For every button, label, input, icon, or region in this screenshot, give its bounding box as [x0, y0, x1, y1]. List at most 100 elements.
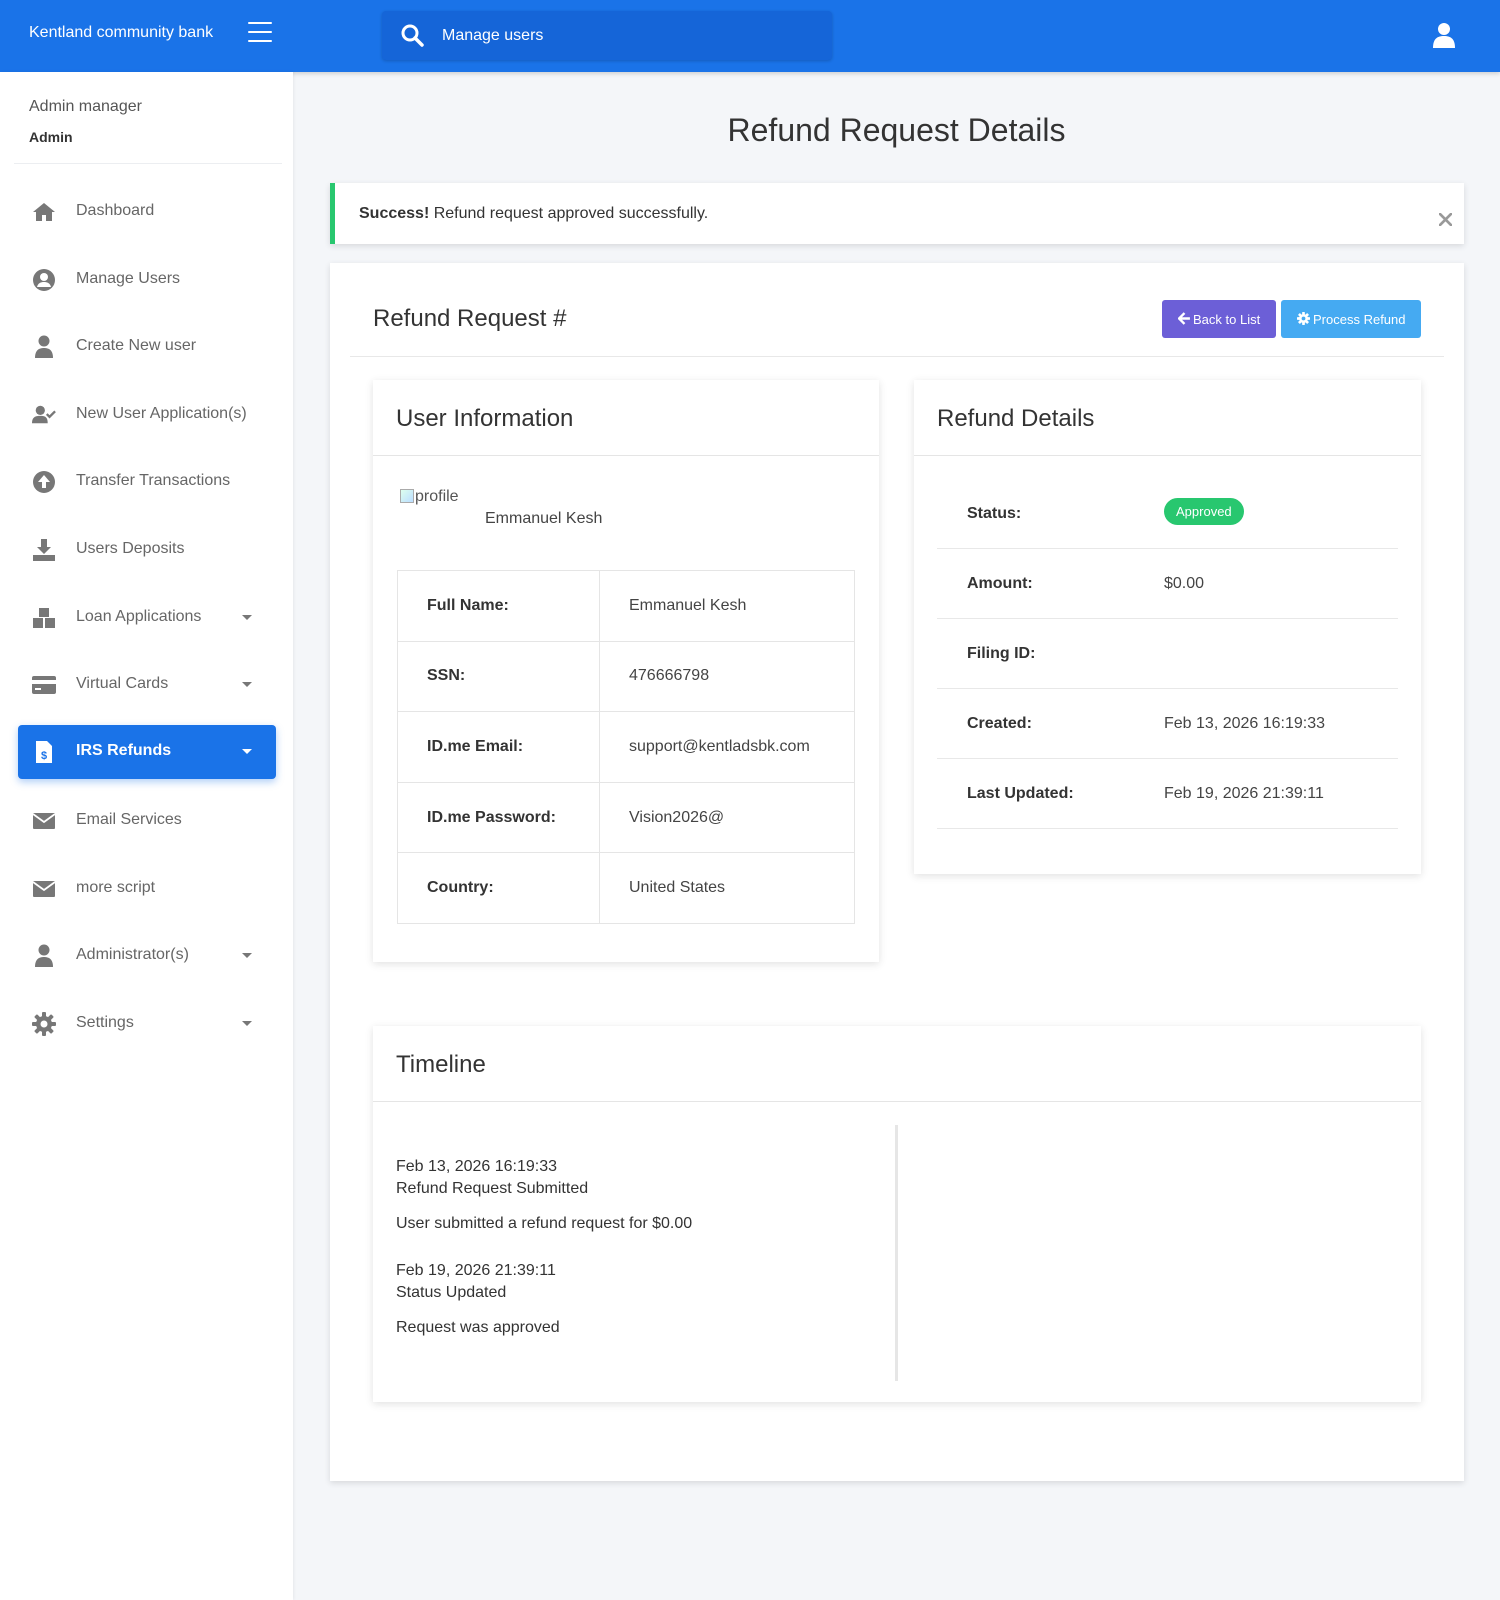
- detail-row-amount: Amount: $0.00: [937, 549, 1398, 619]
- user-account-icon[interactable]: [1432, 22, 1456, 48]
- sidebar-item-dashboard[interactable]: Dashboard: [18, 185, 276, 239]
- admin-name: Admin manager: [29, 98, 142, 115]
- sidebar-item-label: New User Application(s): [76, 405, 247, 422]
- row-label: Country:: [397, 852, 600, 924]
- invoice-dollar-icon: $: [36, 741, 52, 763]
- sidebar-item-label: Loan Applications: [76, 608, 202, 625]
- timeline-title: Timeline: [396, 1051, 486, 1078]
- user-icon: [35, 335, 53, 358]
- sidebar-item-users-deposits[interactable]: Users Deposits: [18, 523, 276, 577]
- detail-row-status: Status: Approved: [937, 479, 1398, 549]
- sidebar-item-create-user[interactable]: Create New user: [18, 320, 276, 374]
- timeline-card: Timeline Feb 13, 2026 16:19:33 Refund Re…: [373, 1026, 1421, 1402]
- row-value: support@kentladsbk.com: [599, 711, 855, 783]
- refund-details-title: Refund Details: [937, 405, 1095, 432]
- home-icon: [33, 203, 55, 221]
- row-value: Feb 13, 2026 16:19:33: [1164, 715, 1326, 732]
- sidebar-item-virtual-cards[interactable]: Virtual Cards: [18, 658, 276, 712]
- table-row: ID.me Password: Vision2026@: [397, 782, 855, 854]
- profile-image-alt: profile: [415, 488, 459, 505]
- refund-request-card: Refund Request # Back to List Process Re…: [330, 263, 1464, 1481]
- row-label: Filing ID:: [967, 645, 1036, 662]
- sidebar-item-settings[interactable]: Settings: [18, 997, 276, 1051]
- sidebar-item-label: Settings: [76, 1014, 134, 1031]
- user-information-card: User Information profile Emmanuel Kesh F…: [373, 380, 879, 962]
- timeline-event-title: Refund Request Submitted: [396, 1180, 589, 1197]
- table-row: Full Name: Emmanuel Kesh: [397, 570, 855, 642]
- success-alert: Success! Refund request approved success…: [330, 183, 1464, 244]
- timeline-event-description: Request was approved: [396, 1319, 560, 1336]
- row-label: Created:: [967, 715, 1032, 732]
- timeline-event-date: Feb 13, 2026 16:19:33: [396, 1158, 558, 1175]
- arrow-left-icon: [1178, 312, 1190, 325]
- download-icon: [33, 539, 55, 561]
- timeline-event-date: Feb 19, 2026 21:39:11: [396, 1262, 556, 1279]
- row-label: ID.me Password:: [397, 782, 600, 854]
- gear-icon: [32, 1012, 56, 1036]
- profile-image: profile: [400, 488, 459, 506]
- sidebar-item-irs-refunds[interactable]: $ IRS Refunds: [18, 725, 276, 779]
- sidebar-item-label: Transfer Transactions: [76, 472, 231, 489]
- search-bar: [382, 11, 832, 60]
- divider: [350, 356, 1444, 357]
- sidebar-item-label: Administrator(s): [76, 946, 189, 963]
- sidebar-profile: Admin manager Admin: [14, 72, 282, 164]
- user-info-table: Full Name: Emmanuel Kesh SSN: 476666798 ID…: [397, 570, 855, 924]
- row-value: Feb 19, 2026 21:39:11: [1164, 785, 1324, 802]
- alert-text: Success! Refund request approved success…: [359, 205, 708, 223]
- sidebar-item-label: more script: [76, 879, 156, 896]
- search-input[interactable]: [442, 23, 812, 49]
- alert-strong: Success!: [359, 205, 430, 222]
- sidebar-item-label: Users Deposits: [76, 540, 185, 557]
- sidebar-item-new-user-applications[interactable]: New User Application(s): [18, 388, 276, 442]
- back-to-list-button[interactable]: Back to List: [1162, 300, 1276, 338]
- sidebar-item-more-script[interactable]: more script: [18, 862, 276, 916]
- sidebar-item-label: Create New user: [76, 337, 197, 354]
- profile-name: Emmanuel Kesh: [485, 510, 603, 527]
- user-check-icon: [32, 405, 56, 424]
- row-label: Amount:: [967, 575, 1033, 592]
- user-icon: [35, 944, 53, 967]
- divider: [373, 1101, 1421, 1102]
- credit-card-icon: [32, 676, 56, 694]
- brand-name[interactable]: Kentland community bank: [29, 24, 213, 42]
- arrow-up-circle-icon: [33, 471, 55, 493]
- table-row: SSN: 476666798: [397, 641, 855, 713]
- close-icon[interactable]: [1439, 213, 1452, 226]
- row-label: Last Updated:: [967, 785, 1074, 802]
- status-badge: Approved: [1164, 498, 1244, 525]
- row-value: Emmanuel Kesh: [599, 570, 855, 642]
- broken-image-icon: [400, 489, 414, 503]
- envelope-icon: [32, 813, 56, 829]
- sidebar-item-loan-applications[interactable]: Loan Applications: [18, 591, 276, 645]
- timeline-event-title: Status Updated: [396, 1284, 507, 1301]
- row-label: Full Name:: [397, 570, 600, 642]
- back-to-list-label: Back to List: [1193, 312, 1261, 327]
- chevron-down-icon: [242, 749, 252, 754]
- cubes-icon: [33, 608, 55, 628]
- sidebar-item-label: Email Services: [76, 811, 182, 828]
- process-refund-label: Process Refund: [1313, 312, 1406, 327]
- sidebar-item-email-services[interactable]: Email Services: [18, 794, 276, 848]
- menu-toggle-icon[interactable]: [248, 22, 272, 44]
- detail-row-last-updated: Last Updated: Feb 19, 2026 21:39:11: [937, 759, 1398, 829]
- sidebar-item-label: IRS Refunds: [76, 742, 172, 759]
- table-row: ID.me Email: support@kentladsbk.com: [397, 711, 855, 783]
- sidebar-item-manage-users[interactable]: Manage Users: [18, 253, 276, 307]
- gear-icon: [1297, 312, 1310, 325]
- sidebar-item-label: Virtual Cards: [76, 675, 169, 692]
- detail-row-filing-id: Filing ID:: [937, 619, 1398, 689]
- process-refund-button[interactable]: Process Refund: [1281, 300, 1421, 338]
- table-row: Country: United States: [397, 852, 855, 924]
- sidebar-item-administrators[interactable]: Administrator(s): [18, 929, 276, 983]
- chevron-down-icon: [242, 615, 252, 620]
- search-icon[interactable]: [400, 23, 424, 47]
- row-label: Status:: [967, 505, 1022, 522]
- user-circle-icon: [33, 269, 55, 291]
- row-label: ID.me Email:: [397, 711, 600, 783]
- sidebar-item-label: Manage Users: [76, 270, 181, 287]
- detail-row-created: Created: Feb 13, 2026 16:19:33: [937, 689, 1398, 759]
- page-title: Refund Request Details: [727, 112, 1066, 148]
- row-value: 476666798: [599, 641, 855, 713]
- sidebar-item-transfer-transactions[interactable]: Transfer Transactions: [18, 455, 276, 509]
